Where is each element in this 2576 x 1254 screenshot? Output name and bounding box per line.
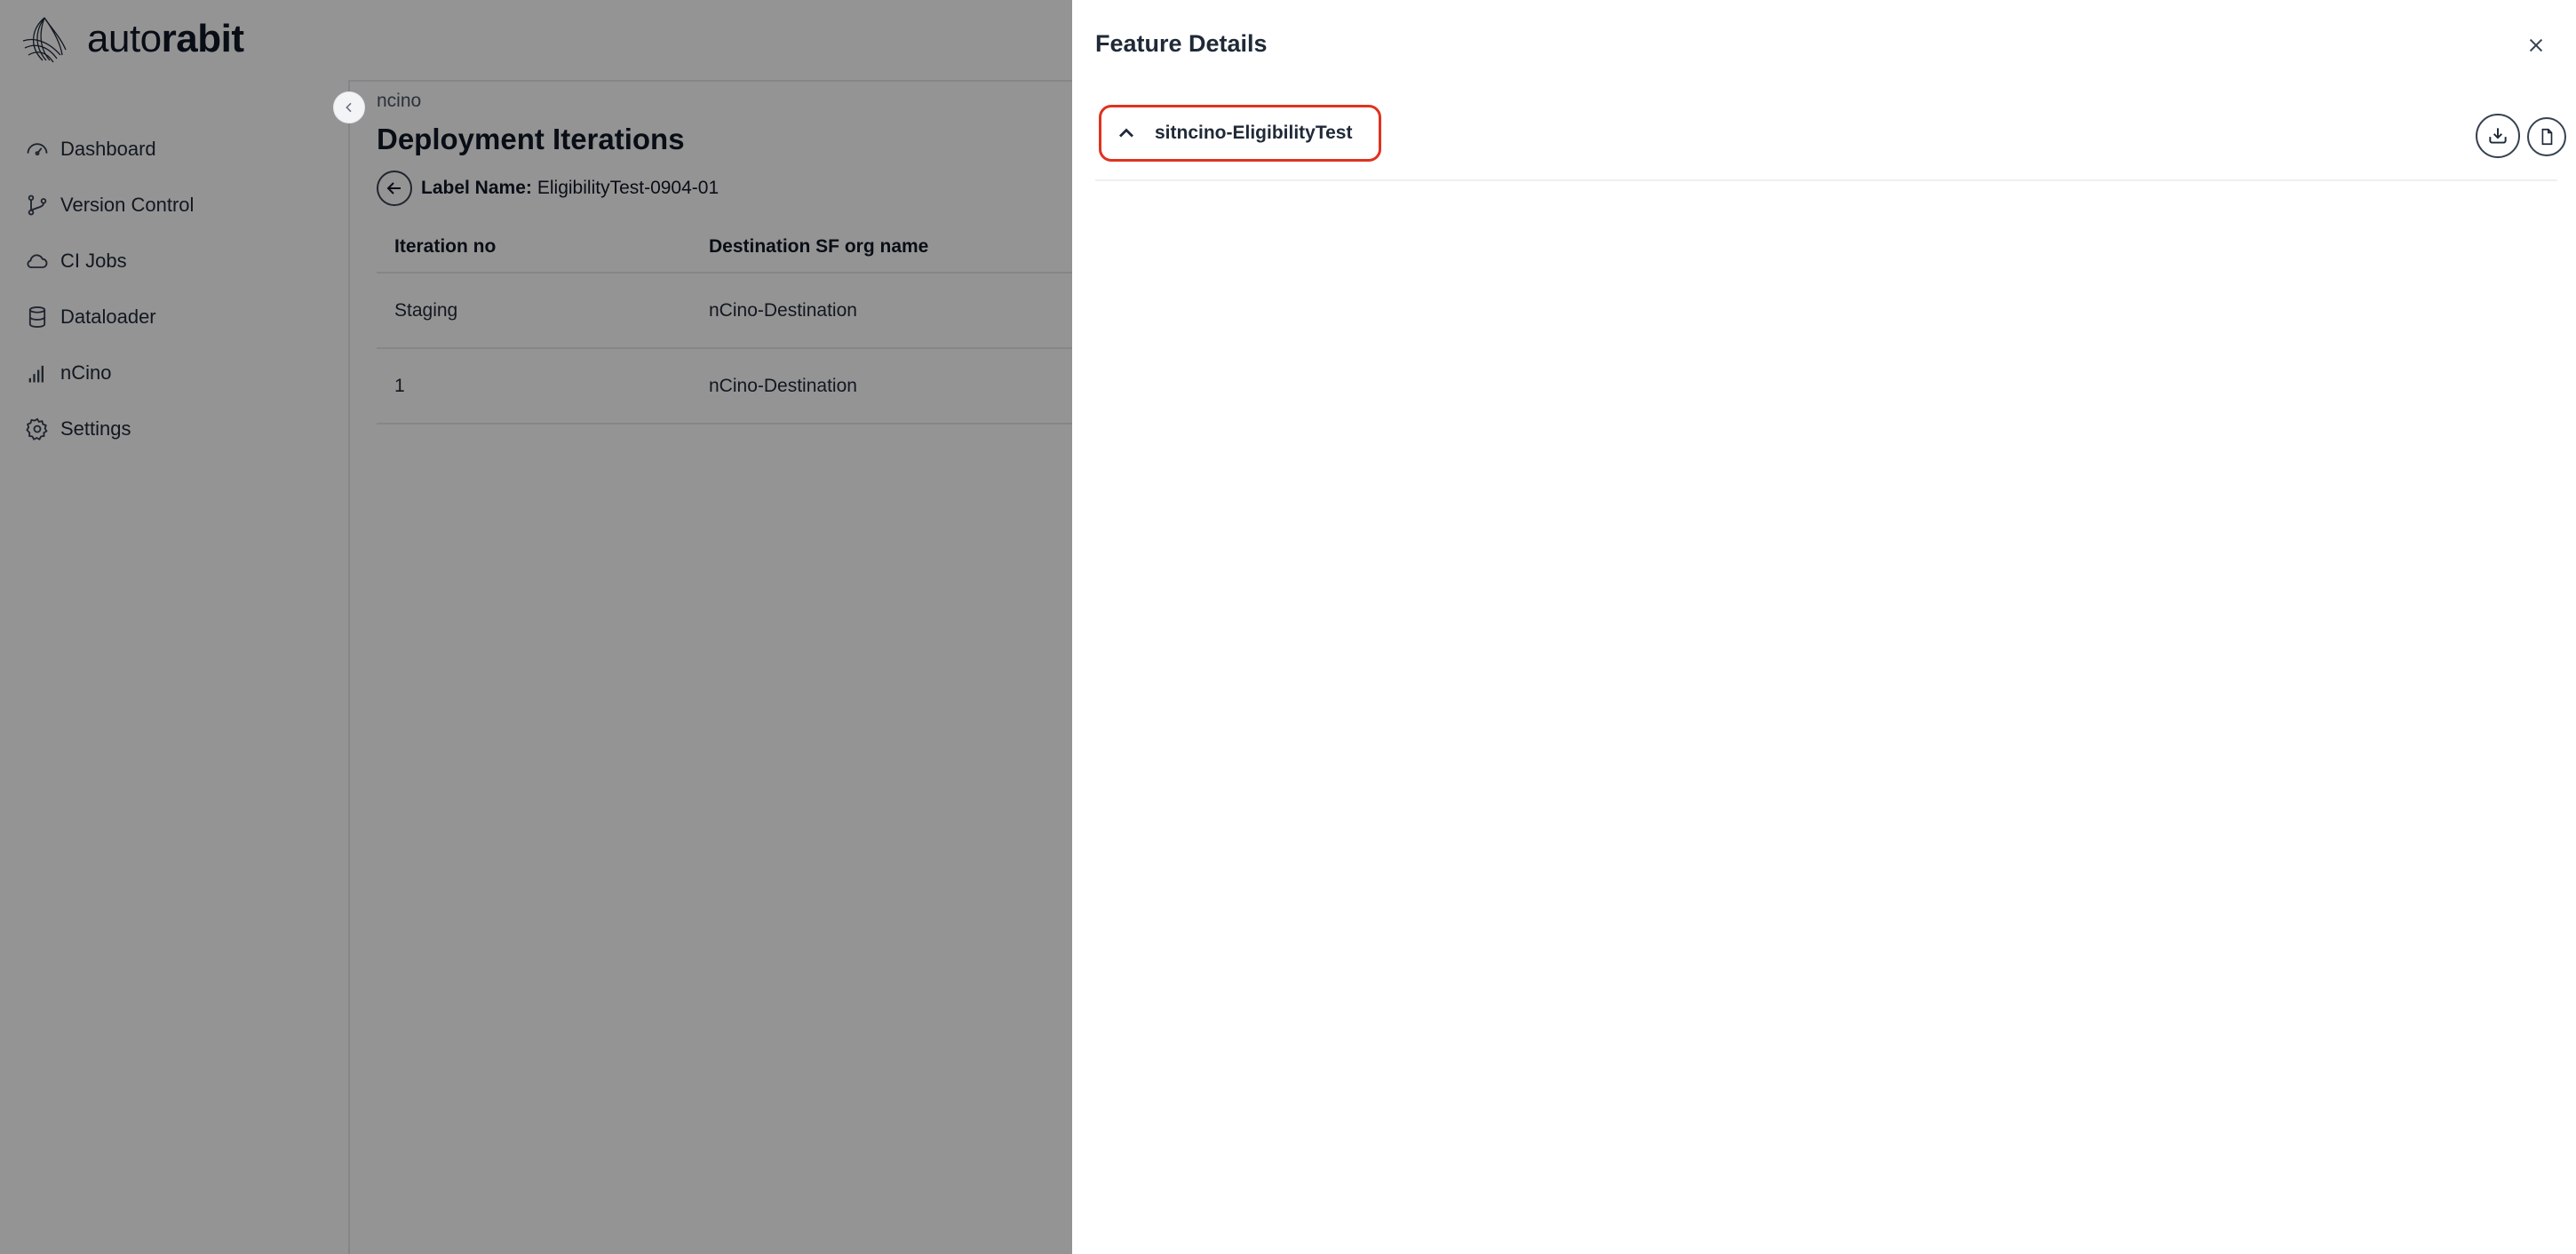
chevron-left-icon	[346, 102, 352, 113]
feature-name: sitncino-EligibilityTest	[1155, 123, 1353, 143]
app-root: autorabit Dashboard Version Control CI J…	[0, 0, 2576, 1254]
close-icon	[2529, 38, 2543, 52]
feature-details-drawer: Feature Details sitncino-EligibilityTest	[1072, 0, 2576, 1254]
download-icon	[2489, 128, 2507, 144]
file-icon	[2541, 128, 2553, 146]
download-button[interactable]	[2476, 114, 2520, 158]
feature-accordion-toggle[interactable]: sitncino-EligibilityTest	[1099, 105, 1381, 162]
view-file-button[interactable]	[2527, 117, 2566, 156]
chevron-up-icon	[1119, 128, 1133, 138]
drawer-title: Feature Details	[1095, 30, 1268, 57]
sidebar-collapse-button[interactable]	[333, 91, 365, 123]
feature-accordion-row: sitncino-EligibilityTest	[1095, 101, 2566, 181]
close-button[interactable]	[2523, 32, 2549, 59]
